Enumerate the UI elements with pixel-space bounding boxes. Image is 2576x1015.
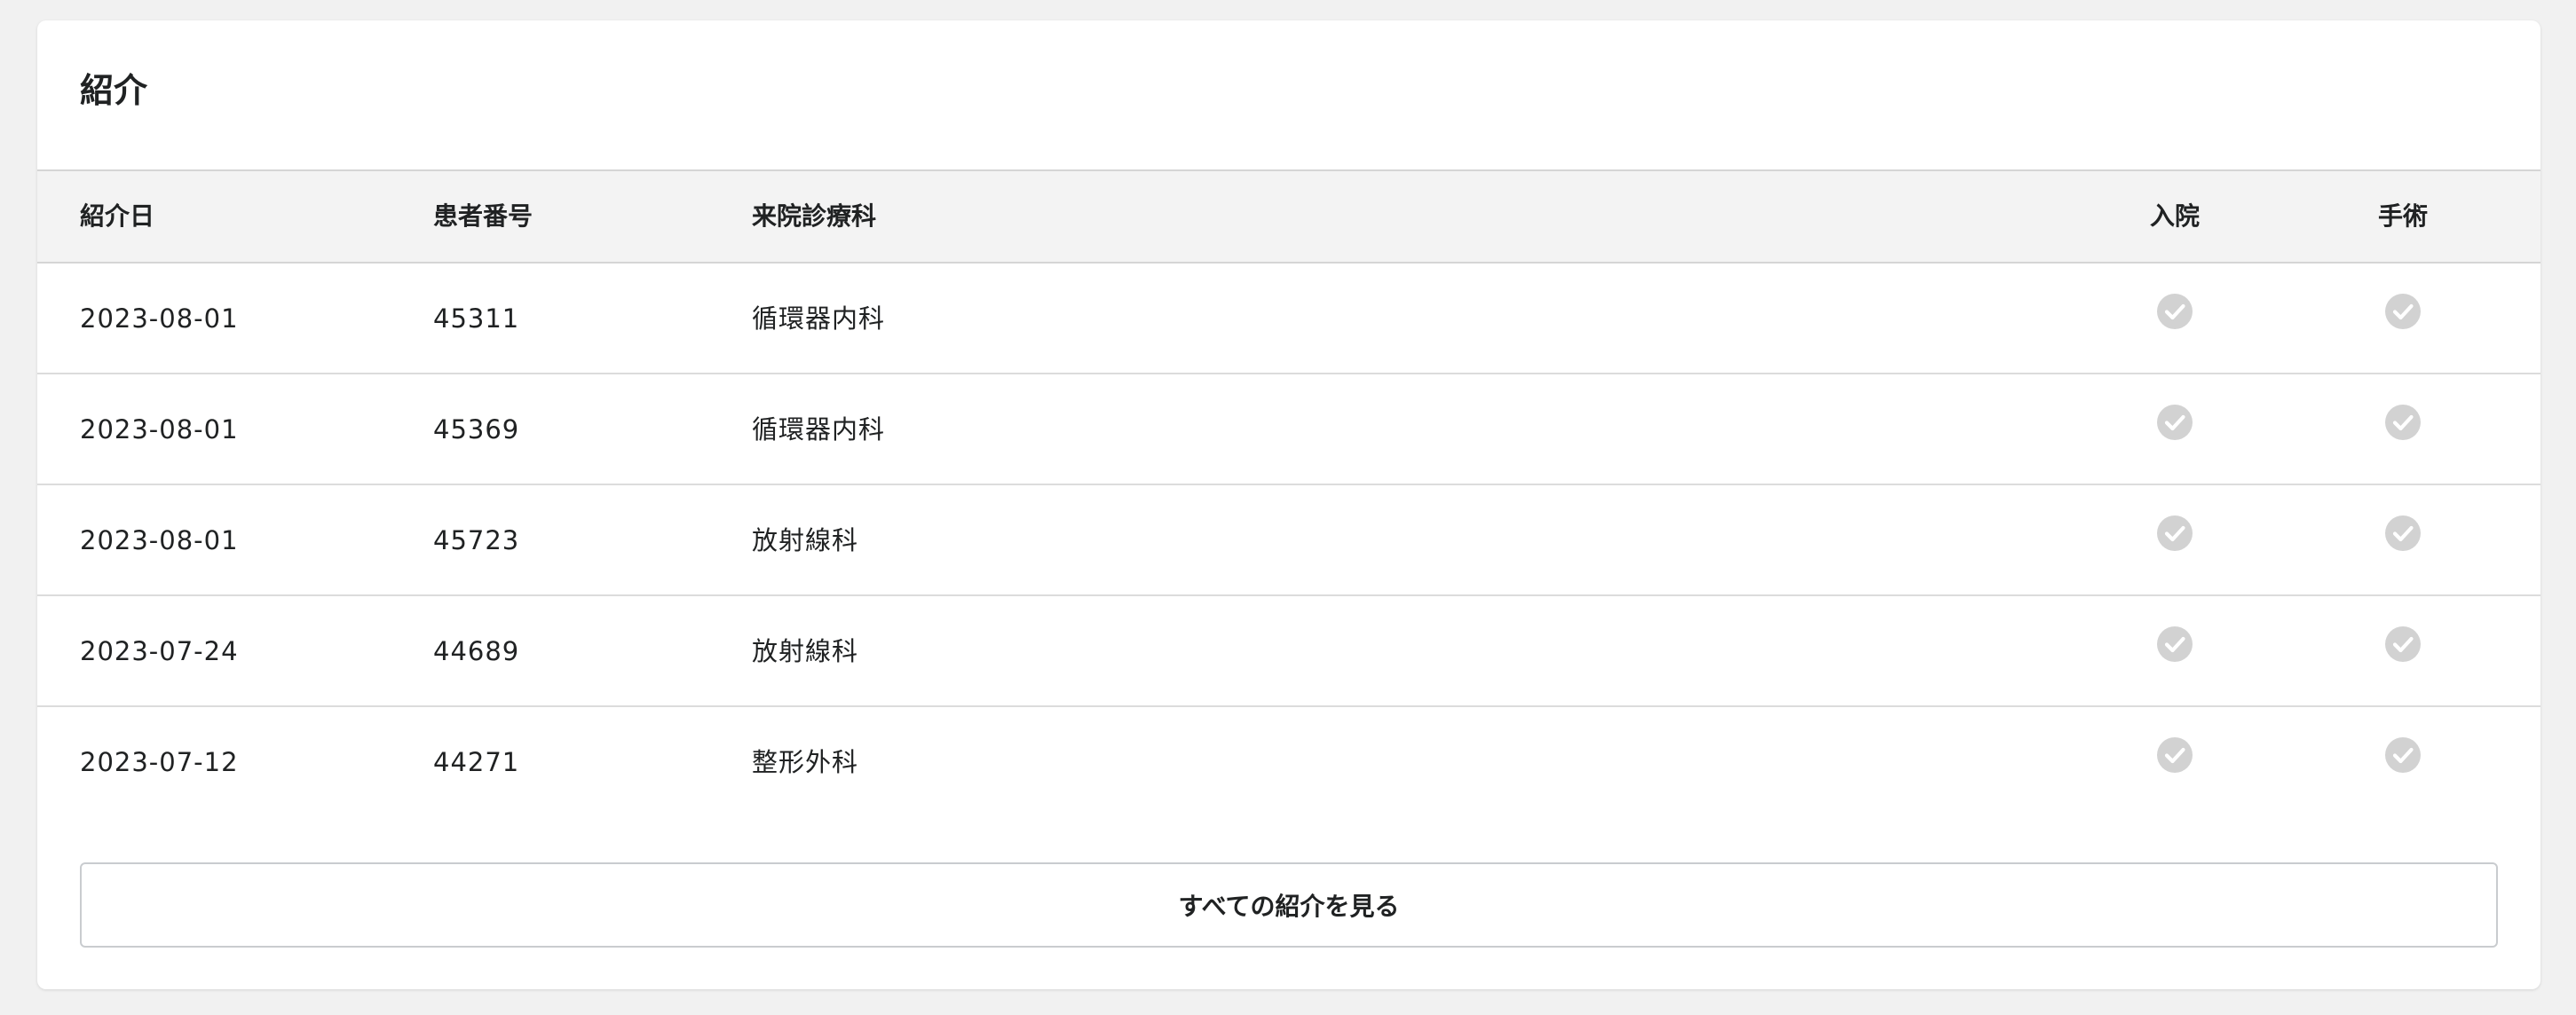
- admission-check-icon: [2157, 515, 2193, 551]
- table-row: 2023-08-01 45723 放射線科: [37, 485, 2540, 596]
- cell-patient-id: 44689: [433, 636, 520, 666]
- surgery-check-icon: [2385, 515, 2421, 551]
- cell-date: 2023-08-01: [80, 525, 239, 555]
- cell-department: 整形外科: [752, 747, 859, 777]
- cell-department: 循環器内科: [752, 414, 886, 445]
- cell-date: 2023-07-24: [80, 636, 239, 666]
- referrals-card: 紹介 紹介日 患者番号 来院診療科 入院 手術 2023-08-01 45311 循…: [37, 20, 2540, 989]
- table-row: 2023-07-24 44689 放射線科: [37, 596, 2540, 707]
- column-header-patient-id: 患者番号: [433, 201, 533, 231]
- cell-patient-id: 45723: [433, 525, 520, 555]
- surgery-check-icon: [2385, 294, 2421, 329]
- cell-department: 放射線科: [752, 636, 859, 666]
- cell-date: 2023-07-12: [80, 747, 239, 777]
- surgery-check-icon: [2385, 626, 2421, 662]
- column-header-admission: 入院: [2149, 201, 2201, 231]
- table-row: 2023-07-12 44271 整形外科: [37, 707, 2540, 818]
- surgery-check-icon: [2385, 405, 2421, 440]
- cell-department: 循環器内科: [752, 303, 886, 334]
- admission-check-icon: [2157, 405, 2193, 440]
- cell-patient-id: 45311: [433, 303, 520, 334]
- admission-check-icon: [2157, 626, 2193, 662]
- cell-patient-id: 45369: [433, 414, 520, 445]
- surgery-check-icon: [2385, 737, 2421, 773]
- admission-check-icon: [2157, 737, 2193, 773]
- admission-check-icon: [2157, 294, 2193, 329]
- table-row: 2023-08-01 45369 循環器内科: [37, 374, 2540, 485]
- cell-date: 2023-08-01: [80, 414, 239, 445]
- view-all-referrals-button[interactable]: すべての紹介を見る: [80, 862, 2498, 948]
- column-header-surgery: 手術: [2377, 201, 2429, 231]
- cell-date: 2023-08-01: [80, 303, 239, 334]
- table-header: 紹介日 患者番号 来院診療科 入院 手術: [37, 169, 2540, 264]
- cell-department: 放射線科: [752, 525, 859, 555]
- column-header-date: 紹介日: [80, 201, 155, 231]
- column-header-department: 来院診療科: [752, 201, 877, 231]
- table-row: 2023-08-01 45311 循環器内科: [37, 264, 2540, 374]
- cell-patient-id: 44271: [433, 747, 520, 777]
- card-title: 紹介: [80, 71, 148, 110]
